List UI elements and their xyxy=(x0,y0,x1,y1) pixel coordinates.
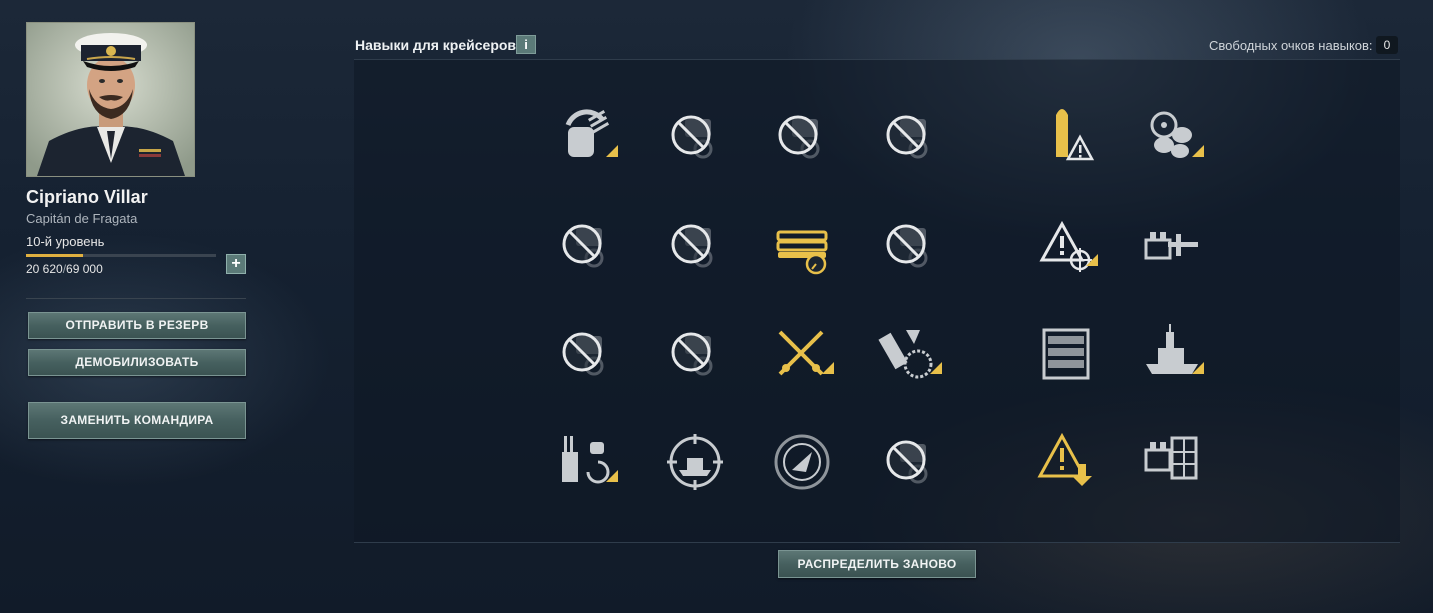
armor-plating-icon[interactable] xyxy=(1034,322,1098,386)
free-points-count: 0 xyxy=(1376,36,1398,54)
battleship-hull-icon-graphic xyxy=(1146,324,1204,374)
crossed-guns-icon-graphic xyxy=(778,330,834,376)
disabled-skill-icon[interactable] xyxy=(878,105,942,169)
disabled-skill-icon-graphic xyxy=(671,332,713,376)
detection-warning-icon[interactable] xyxy=(1034,214,1098,278)
disabled-skill-icon-graphic xyxy=(562,332,604,376)
replace-commander-button[interactable]: ЗАМЕНИТЬ КОМАНДИРА xyxy=(28,402,246,439)
he-shell-warning-icon[interactable] xyxy=(1034,105,1098,169)
warning-fire-icon-graphic xyxy=(1037,432,1092,486)
detection-warning-icon-graphic xyxy=(1039,220,1098,272)
commander-level: 10-й уровень xyxy=(26,234,105,249)
panel-divider xyxy=(26,298,246,299)
disabled-skill-icon[interactable] xyxy=(663,214,727,278)
steering-gears-icon-graphic xyxy=(1150,111,1204,158)
xp-readout: 20 620/69 000 xyxy=(26,262,103,276)
disabled-skill-icon-graphic xyxy=(886,224,928,268)
info-button[interactable]: i xyxy=(516,35,536,54)
add-xp-button[interactable]: + xyxy=(226,254,246,274)
commander-rank: Capitán de Fragata xyxy=(26,211,138,226)
main-battery-reload-icon-graphic xyxy=(562,436,618,484)
commander-avatar xyxy=(27,23,194,176)
radar-icon-graphic xyxy=(774,434,830,490)
he-shell-warning-icon-graphic xyxy=(1056,109,1095,161)
ship-armor-icon-graphic xyxy=(1144,436,1198,480)
disabled-skill-icon[interactable] xyxy=(663,322,727,386)
turret-traverse-icon-graphic xyxy=(565,109,618,157)
radar-icon[interactable] xyxy=(770,430,834,494)
disabled-skill-icon-graphic xyxy=(671,224,713,268)
disabled-skill-icon-graphic xyxy=(671,115,713,159)
aa-defense-icon-graphic xyxy=(878,330,942,379)
disabled-skill-icon[interactable] xyxy=(554,214,618,278)
torpedo-tubes-icon-graphic xyxy=(776,230,828,275)
skills-title: Навыки для крейсеров xyxy=(355,37,517,53)
target-ship-icon[interactable] xyxy=(663,430,727,494)
redistribute-button[interactable]: РАСПРЕДЕЛИТЬ ЗАНОВО xyxy=(778,550,976,578)
xp-max: 69 000 xyxy=(66,262,103,276)
disabled-skill-icon[interactable] xyxy=(878,214,942,278)
torpedo-tubes-icon[interactable] xyxy=(770,214,834,278)
catapult-aircraft-icon-graphic xyxy=(1144,232,1198,260)
battleship-hull-icon[interactable] xyxy=(1140,322,1204,386)
disabled-skill-icon-graphic xyxy=(778,115,820,159)
disabled-skill-icon[interactable] xyxy=(554,322,618,386)
disabled-skill-icon-graphic xyxy=(886,440,928,484)
armor-plating-icon-graphic xyxy=(1042,328,1090,380)
send-to-reserve-button[interactable]: ОТПРАВИТЬ В РЕЗЕРВ xyxy=(28,312,246,339)
crossed-guns-icon[interactable] xyxy=(770,322,834,386)
disabled-skill-icon[interactable] xyxy=(663,105,727,169)
demobilize-button[interactable]: ДЕМОБИЛИЗОВАТЬ xyxy=(28,349,246,376)
catapult-aircraft-icon[interactable] xyxy=(1140,214,1204,278)
disabled-skill-icon[interactable] xyxy=(770,105,834,169)
main-battery-reload-icon[interactable] xyxy=(554,430,618,494)
commander-portrait xyxy=(26,22,195,177)
turret-traverse-icon[interactable] xyxy=(554,105,618,169)
xp-current: 20 620 xyxy=(26,262,63,276)
disabled-skill-icon-graphic xyxy=(886,115,928,159)
disabled-skill-icon[interactable] xyxy=(878,430,942,494)
skills-panel xyxy=(354,59,1400,543)
free-points-label: Свободных очков навыков: xyxy=(1209,38,1373,53)
xp-progress-bar xyxy=(26,254,216,257)
warning-fire-icon[interactable] xyxy=(1034,430,1098,494)
disabled-skill-icon-graphic xyxy=(562,224,604,268)
aa-defense-icon[interactable] xyxy=(878,322,942,386)
commander-name: Cipriano Villar xyxy=(26,187,148,207)
target-ship-icon-graphic xyxy=(667,434,723,490)
ship-armor-icon[interactable] xyxy=(1140,430,1204,494)
xp-progress-fill xyxy=(26,254,83,257)
steering-gears-icon[interactable] xyxy=(1140,105,1204,169)
